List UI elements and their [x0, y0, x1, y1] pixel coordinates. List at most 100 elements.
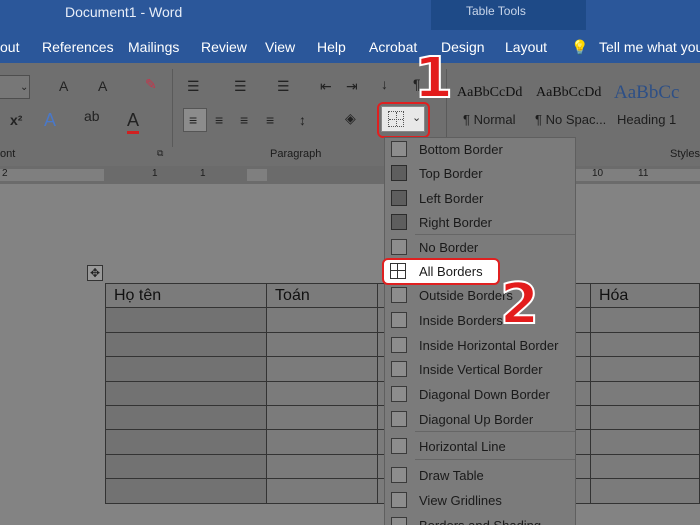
border-icon	[391, 467, 407, 483]
all-borders-item[interactable]: All Borders	[382, 258, 500, 285]
decrease-indent-icon[interactable]: ⇤	[320, 78, 332, 95]
table-cell[interactable]	[266, 331, 379, 358]
table-cell[interactable]	[104, 478, 268, 504]
step1-number: 1	[413, 45, 454, 112]
ribbon-tabs: out References Mailings Review View Help…	[0, 30, 700, 63]
sort-icon[interactable]: ↓	[381, 76, 388, 92]
table-move-icon[interactable]: ✥	[87, 265, 103, 281]
table-cell[interactable]	[266, 307, 379, 333]
border-icon	[391, 438, 407, 454]
superscript-icon[interactable]: x²	[10, 112, 22, 128]
menu-item[interactable]: Right Border	[385, 211, 575, 235]
menu-item[interactable]: Horizontal Line	[385, 435, 575, 459]
style-nospacing-name[interactable]: ¶ No Spac...	[535, 112, 606, 127]
menu-item-label: Draw Table	[419, 468, 484, 483]
menu-item-label: Bottom Border	[419, 142, 503, 157]
bullets-icon[interactable]: ☰	[187, 78, 200, 95]
border-icon	[391, 239, 407, 255]
text-effects-icon[interactable]: A	[44, 110, 56, 131]
menu-item[interactable]: Borders and Shading...	[385, 514, 575, 525]
align-center-icon[interactable]: ≡	[215, 112, 223, 128]
align-left-icon[interactable]: ≡	[183, 108, 207, 132]
table-cell[interactable]	[266, 356, 379, 382]
table-cell[interactable]	[104, 356, 268, 382]
shading-icon[interactable]: ◈	[345, 110, 356, 127]
border-icon	[391, 361, 407, 377]
multilevel-list-icon[interactable]: ☰	[277, 78, 290, 95]
table-cell[interactable]	[589, 478, 700, 504]
table-cell[interactable]	[266, 404, 379, 431]
tab-help[interactable]: Help	[317, 39, 346, 55]
table-cell[interactable]	[266, 453, 379, 480]
style-nospacing-sample[interactable]: AaBbCcDd	[536, 85, 601, 101]
menu-item[interactable]: Diagonal Up Border	[385, 408, 575, 432]
font-color-icon[interactable]: A	[127, 110, 140, 134]
style-heading1-sample[interactable]: AaBbCc	[614, 82, 679, 104]
menu-item[interactable]: Draw Table	[385, 464, 575, 488]
table-cell[interactable]	[104, 453, 268, 480]
font-group-label: ont	[0, 148, 16, 160]
table-cell[interactable]	[266, 478, 379, 504]
table-header-cell[interactable]: Hóa	[589, 282, 700, 309]
tell-me-search[interactable]: Tell me what you	[599, 39, 700, 55]
menu-item[interactable]: Bottom Border	[385, 138, 575, 162]
tab-layout-partial[interactable]: out	[0, 39, 19, 55]
menu-item[interactable]: Top Border	[385, 162, 575, 186]
menu-item-label: All Borders	[419, 264, 483, 279]
tab-review[interactable]: Review	[201, 39, 247, 55]
menu-item[interactable]: No Border	[385, 236, 575, 260]
ruler-tick: 2	[2, 168, 8, 179]
style-heading1-name[interactable]: Heading 1	[617, 112, 676, 127]
menu-item[interactable]: Diagonal Down Border	[385, 383, 575, 407]
border-icon	[391, 386, 407, 402]
table-header-cell[interactable]: Toán	[266, 282, 379, 309]
menu-item[interactable]: Outside Borders	[385, 284, 575, 308]
tab-table-layout[interactable]: Layout	[505, 39, 547, 55]
tab-acrobat[interactable]: Acrobat	[369, 39, 417, 55]
table-cell[interactable]	[589, 453, 700, 480]
menu-item[interactable]: View Gridlines	[385, 489, 575, 513]
table-cell[interactable]	[266, 429, 379, 455]
table-cell[interactable]	[104, 380, 268, 406]
menu-item[interactable]: Inside Borders	[385, 309, 575, 333]
tab-view[interactable]: View	[265, 39, 295, 55]
menu-separator	[415, 459, 575, 460]
increase-indent-icon[interactable]: ⇥	[346, 78, 358, 95]
grow-font-icon[interactable]: A	[59, 78, 68, 94]
border-icon	[391, 214, 407, 230]
dialog-launcher-icon[interactable]: ⧉	[157, 148, 163, 159]
table-cell[interactable]	[589, 307, 700, 333]
table-cell[interactable]	[104, 307, 268, 333]
menu-item[interactable]: Inside Horizontal Border	[385, 334, 575, 358]
chevron-down-icon[interactable]: ⌄	[20, 82, 28, 93]
align-right-icon[interactable]: ≡	[240, 112, 248, 128]
style-normal-name[interactable]: ¶ Normal	[463, 112, 516, 127]
table-cell[interactable]	[104, 404, 268, 431]
table-cell[interactable]	[589, 331, 700, 358]
border-icon	[391, 190, 407, 206]
clear-formatting-icon[interactable]: ✎	[145, 76, 157, 93]
tab-references[interactable]: References	[42, 39, 114, 55]
table-cell[interactable]	[589, 356, 700, 382]
tab-mailings[interactable]: Mailings	[128, 39, 179, 55]
table-cell[interactable]	[589, 404, 700, 431]
table-cell[interactable]	[589, 380, 700, 406]
table-header-cell[interactable]: Họ tên	[104, 282, 268, 309]
table-cell[interactable]	[589, 429, 700, 455]
all-borders-icon	[390, 263, 406, 279]
highlight-color-icon[interactable]: ab	[84, 108, 100, 124]
justify-icon[interactable]: ≡	[266, 112, 274, 128]
menu-item[interactable]: Left Border	[385, 187, 575, 211]
table-cell[interactable]	[104, 331, 268, 358]
table-cell[interactable]	[104, 429, 268, 455]
numbering-icon[interactable]: ☰	[234, 78, 247, 95]
menu-item[interactable]: Inside Vertical Border	[385, 358, 575, 382]
shrink-font-icon[interactable]: A	[98, 78, 107, 94]
line-spacing-icon[interactable]: ↕	[299, 112, 306, 128]
borders-menu: Bottom Border Top Border Left Border Right …	[384, 137, 576, 525]
window-title: Document1 - Word	[65, 4, 183, 20]
style-normal-sample[interactable]: AaBbCcDd	[457, 85, 522, 101]
group-separator	[172, 69, 173, 147]
menu-item-label: Inside Borders	[419, 313, 503, 328]
table-cell[interactable]	[266, 380, 379, 406]
